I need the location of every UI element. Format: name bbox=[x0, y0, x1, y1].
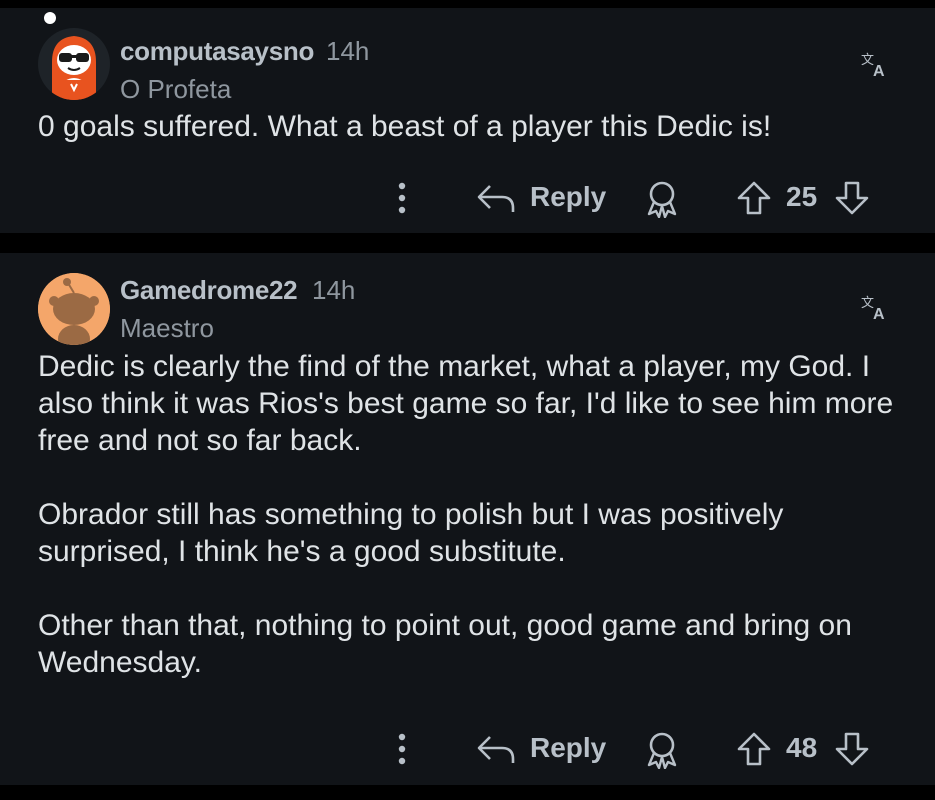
comment-actions: Reply 48 bbox=[0, 727, 935, 771]
award-icon[interactable] bbox=[644, 731, 680, 769]
comment-paragraph: Dedic is clearly the find of the market,… bbox=[38, 350, 894, 457]
comment-author[interactable]: computasaysno bbox=[120, 36, 314, 67]
avatar[interactable] bbox=[38, 28, 110, 100]
comment-card: Gamedrome22 14h Maestro 文 A Dedic is cle… bbox=[0, 253, 935, 785]
translate-icon[interactable]: 文 A bbox=[861, 50, 889, 78]
comment-paragraph: 0 goals suffered. What a beast of a play… bbox=[38, 110, 772, 143]
snoo-hoodie-sunglasses-icon bbox=[52, 36, 96, 100]
svg-text:A: A bbox=[873, 63, 885, 78]
reply-icon[interactable] bbox=[476, 182, 516, 214]
svg-text:A: A bbox=[873, 306, 885, 321]
comment-body: Dedic is clearly the find of the market,… bbox=[38, 348, 908, 681]
reply-button[interactable]: Reply bbox=[530, 732, 606, 764]
upvote-icon[interactable] bbox=[736, 180, 772, 216]
more-options-icon[interactable] bbox=[390, 729, 414, 769]
upvote-icon[interactable] bbox=[736, 731, 772, 767]
comment-paragraph: Obrador still has something to polish bu… bbox=[38, 498, 784, 568]
avatar[interactable] bbox=[38, 273, 110, 345]
comment-paragraph: Other than that, nothing to point out, g… bbox=[38, 609, 852, 679]
vote-score: 25 bbox=[786, 181, 818, 212]
award-icon[interactable] bbox=[644, 180, 680, 218]
comment-timestamp: 14h bbox=[312, 275, 356, 305]
translate-icon[interactable]: 文 A bbox=[861, 293, 889, 321]
comment-author[interactable]: Gamedrome22 bbox=[120, 275, 298, 306]
reply-icon[interactable] bbox=[476, 733, 516, 765]
comment-timestamp: 14h bbox=[326, 36, 370, 66]
downvote-icon[interactable] bbox=[834, 731, 870, 767]
downvote-icon[interactable] bbox=[834, 180, 870, 216]
snoo-default-icon bbox=[38, 273, 110, 345]
more-options-icon[interactable] bbox=[390, 178, 414, 218]
comment-actions: Reply 25 bbox=[0, 176, 935, 220]
online-indicator bbox=[44, 12, 56, 24]
comment-body: 0 goals suffered. What a beast of a play… bbox=[38, 108, 908, 145]
user-flair: O Profeta bbox=[120, 74, 232, 104]
vote-score: 48 bbox=[786, 732, 818, 763]
user-flair: Maestro bbox=[120, 313, 214, 343]
comment-card: computasaysno 14h O Profeta 文 A 0 goals … bbox=[0, 8, 935, 233]
reply-button[interactable]: Reply bbox=[530, 181, 606, 213]
